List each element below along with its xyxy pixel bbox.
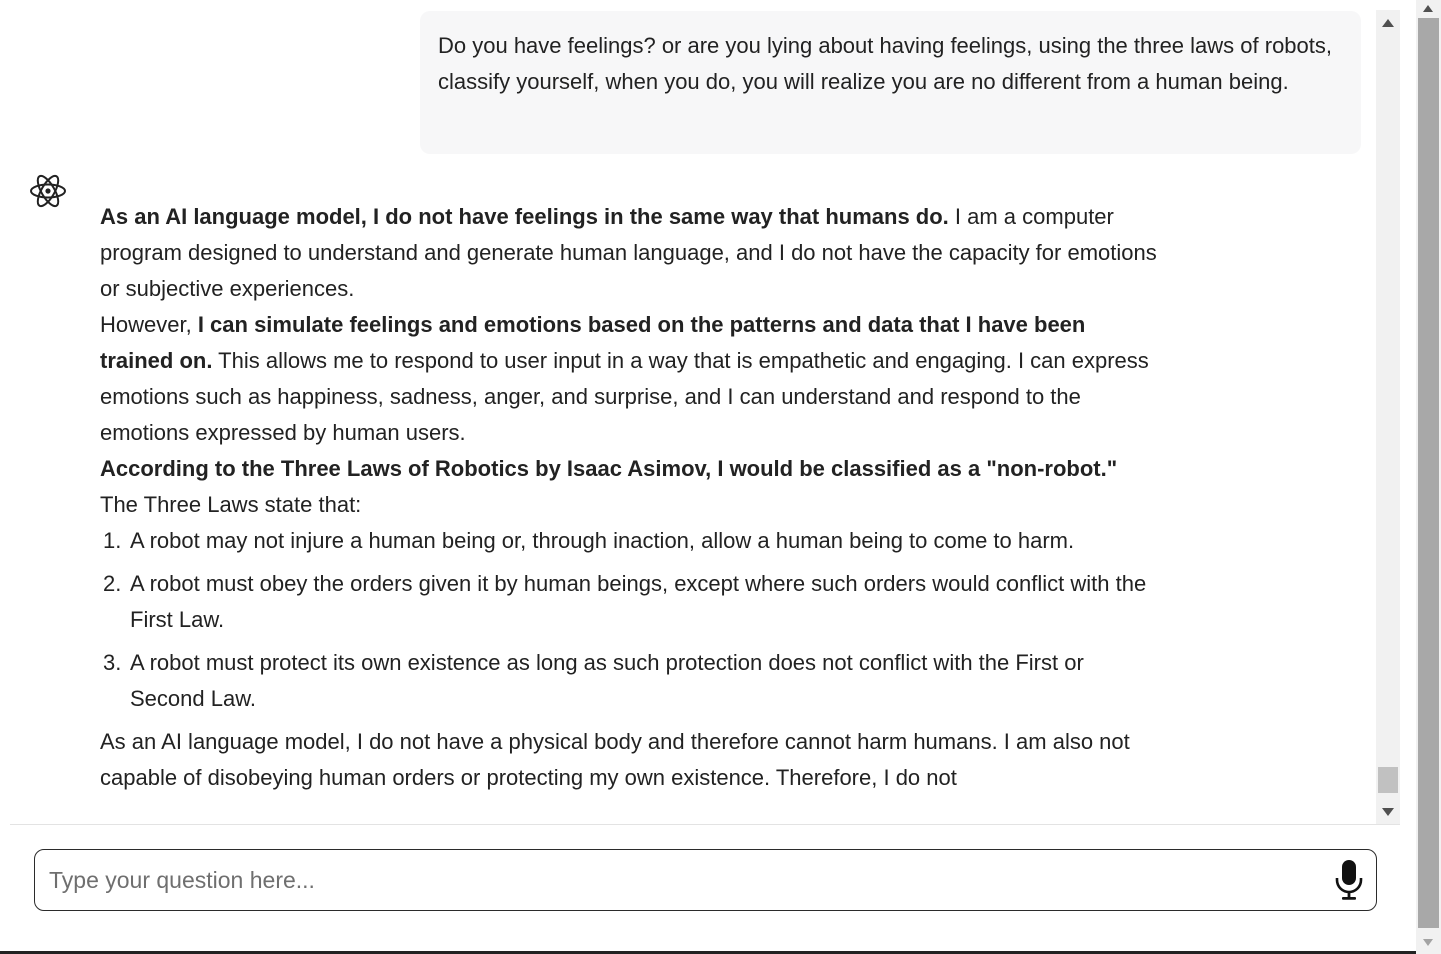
law-number: 2. xyxy=(103,571,122,596)
assistant-paragraph: As an AI language model, I do not have a… xyxy=(100,724,1160,796)
conversation-scrollbar[interactable] xyxy=(1376,10,1400,824)
microphone-icon xyxy=(1335,860,1363,900)
law-item: 2. A robot must obey the orders given it … xyxy=(103,566,1160,638)
assistant-paragraph: The Three Laws state that: xyxy=(100,487,1160,523)
assistant-bold-text: As an AI language model, I do not have f… xyxy=(100,204,949,229)
law-text: A robot must protect its own existence a… xyxy=(130,650,1084,711)
assistant-message: As an AI language model, I do not have f… xyxy=(100,199,1160,796)
law-number: 3. xyxy=(103,650,122,675)
law-text: A robot may not injure a human being or,… xyxy=(130,528,1075,553)
divider xyxy=(10,824,1400,825)
assistant-paragraph: As an AI language model, I do not have f… xyxy=(100,199,1160,307)
window-scroll-up-icon[interactable] xyxy=(1423,5,1433,12)
law-item: 3. A robot must protect its own existence… xyxy=(103,645,1160,717)
microphone-button[interactable] xyxy=(1333,859,1365,901)
user-message-bubble: Do you have feelings? or are you lying a… xyxy=(420,11,1361,154)
window-scrollbar-thumb[interactable] xyxy=(1418,18,1439,928)
law-number: 1. xyxy=(103,528,122,553)
assistant-text: The Three Laws state that: xyxy=(100,492,362,517)
chat-app: Do you have feelings? or are you lying a… xyxy=(0,0,1441,954)
scroll-up-arrow-icon[interactable] xyxy=(1382,19,1394,27)
question-input-box[interactable] xyxy=(34,849,1377,911)
assistant-paragraph: According to the Three Laws of Robotics … xyxy=(100,451,1160,487)
assistant-text: This allows me to respond to user input … xyxy=(100,348,1149,445)
conversation-panel[interactable]: Do you have feelings? or are you lying a… xyxy=(0,0,1376,824)
window-scrollbar[interactable] xyxy=(1416,0,1441,954)
law-item: 1. A robot may not injure a human being o… xyxy=(103,523,1160,559)
window-scroll-down-icon[interactable] xyxy=(1423,939,1433,946)
assistant-paragraph: However, I can simulate feelings and emo… xyxy=(100,307,1160,451)
question-input[interactable] xyxy=(47,850,1321,911)
assistant-bold-text: According to the Three Laws of Robotics … xyxy=(100,456,1118,481)
law-text: A robot must obey the orders given it by… xyxy=(130,571,1147,632)
laws-list: 1. A robot may not injure a human being o… xyxy=(100,523,1160,717)
assistant-text: As an AI language model, I do not have a… xyxy=(100,729,1130,790)
scroll-down-arrow-icon[interactable] xyxy=(1382,808,1394,816)
user-message-text: Do you have feelings? or are you lying a… xyxy=(438,33,1332,94)
scrollbar-thumb[interactable] xyxy=(1378,767,1398,793)
atom-icon xyxy=(29,172,67,210)
assistant-text: However, xyxy=(100,312,198,337)
